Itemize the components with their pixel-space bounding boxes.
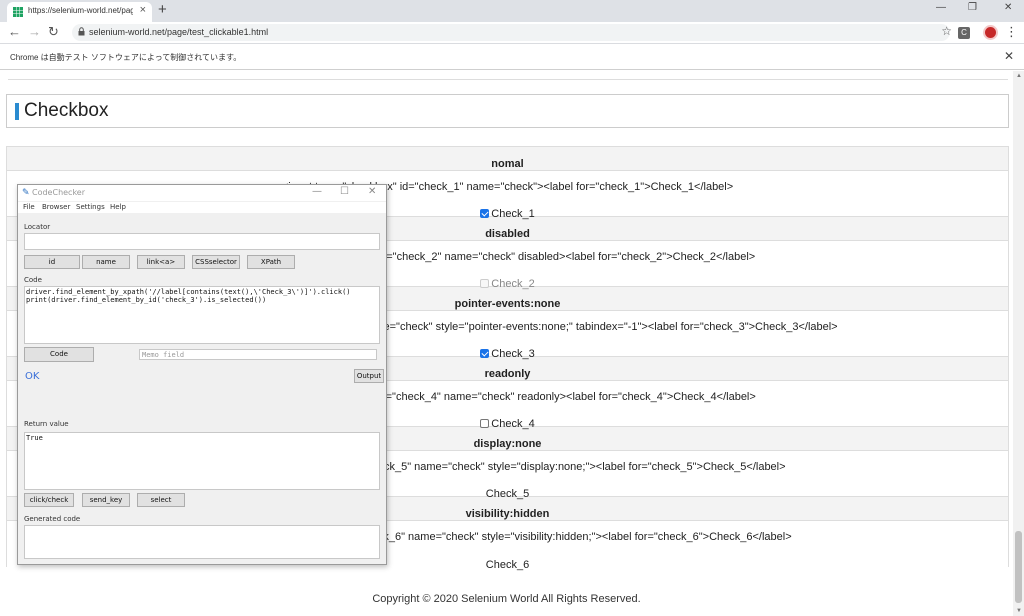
scroll-up-icon[interactable]: ▲ (1016, 73, 1022, 79)
code-editor[interactable]: driver.find_element_by_xpath('//label[co… (24, 286, 380, 344)
section-header: nomal (6, 146, 1009, 171)
tab-title: https://selenium-world.net/page (28, 6, 133, 15)
section-title: disabled (485, 227, 530, 240)
checkbox-label[interactable]: Check_6 (486, 559, 529, 571)
infobar-message: Chrome は自動テスト ソフトウェアによって制御されています。 (10, 53, 242, 62)
infobar-close-icon[interactable]: ✕ (1004, 49, 1014, 63)
back-icon[interactable]: ← (8, 24, 21, 39)
url-text: selenium-world.net/page/test_clickable1.… (89, 27, 269, 37)
section-title: nomal (491, 157, 524, 170)
extension-icon[interactable]: C (958, 27, 970, 39)
locator-id-button[interactable]: id (24, 255, 80, 269)
memo-field[interactable]: Memo field (139, 349, 377, 360)
locator-input[interactable] (24, 233, 380, 250)
scrollbar-thumb[interactable] (1015, 531, 1022, 603)
return-value-label: Return value (24, 420, 69, 428)
menu-browser[interactable]: Browser (42, 203, 70, 211)
reload-icon[interactable]: ↻ (48, 24, 59, 40)
checkbox-label[interactable]: Check_2 (491, 278, 534, 290)
lock-icon (78, 27, 85, 36)
section-title: display:none (473, 437, 542, 450)
code-button[interactable]: Code (24, 347, 94, 362)
section-title: visibility:hidden (465, 507, 550, 520)
browser-toolbar: ← → ↻ selenium-world.net/page/test_click… (0, 22, 1024, 44)
generated-code-label: Generated code (24, 515, 81, 523)
checkbox[interactable] (480, 349, 490, 359)
send-key-button[interactable]: send_key (82, 493, 130, 507)
checkbox-label[interactable]: Check_3 (491, 348, 534, 360)
checkbox-label[interactable]: Check_5 (486, 488, 529, 500)
cc-close-button[interactable]: ✕ (368, 186, 376, 197)
profile-avatar[interactable] (983, 25, 998, 40)
codechecker-titlebar[interactable]: ✎ CodeChecker — ☐ ✕ (18, 185, 386, 201)
checkbox[interactable] (480, 279, 490, 289)
page-title: Checkbox (24, 100, 109, 121)
generated-code-output[interactable] (24, 525, 380, 559)
checkbox-label[interactable]: Check_1 (491, 208, 534, 220)
return-value-output[interactable]: True (24, 432, 380, 490)
address-bar[interactable]: selenium-world.net/page/test_clickable1.… (72, 24, 952, 41)
section-title: readonly (484, 367, 531, 380)
checkbox-label[interactable]: Check_4 (491, 418, 534, 430)
scroll-down-icon[interactable]: ▼ (1016, 608, 1022, 614)
window-restore-button[interactable]: ❐ (968, 2, 977, 13)
locator-css-button[interactable]: CSSselector (192, 255, 240, 269)
section-title: pointer-events:none (454, 297, 561, 310)
checkbox[interactable] (480, 419, 490, 429)
codechecker-window: ✎ CodeChecker — ☐ ✕ File Browser Setting… (17, 184, 387, 565)
section-heading-box: Checkbox (6, 94, 1009, 128)
output-button[interactable]: Output (354, 369, 384, 383)
status-text: OK (25, 371, 40, 382)
checkbox[interactable] (480, 209, 490, 219)
forward-icon[interactable]: → (28, 24, 41, 39)
divider (8, 79, 1008, 80)
browser-tab[interactable]: https://selenium-world.net/page × (7, 2, 152, 22)
new-tab-button[interactable]: + (158, 1, 167, 18)
window-close-button[interactable]: ✕ (1004, 2, 1012, 13)
bookmark-star-icon[interactable]: ☆ (941, 24, 952, 38)
tab-strip: https://selenium-world.net/page × + — ❐ … (0, 0, 1024, 22)
menu-settings[interactable]: Settings (76, 203, 105, 211)
page-scrollbar[interactable]: ▲ ▼ (1013, 71, 1024, 616)
code-label: Code (24, 276, 42, 284)
window-minimize-button[interactable]: — (936, 2, 946, 13)
cc-minimize-button[interactable]: — (312, 186, 322, 197)
browser-menu-icon[interactable]: ⋮ (1005, 24, 1018, 40)
locator-name-button[interactable]: name (82, 255, 130, 269)
menu-help[interactable]: Help (110, 203, 126, 211)
click-check-button[interactable]: click/check (24, 493, 74, 507)
codechecker-title: CodeChecker (32, 188, 86, 197)
heading-accent-bar (15, 103, 19, 120)
site-favicon-icon (13, 7, 23, 17)
locator-xpath-button[interactable]: XPath (247, 255, 295, 269)
locator-link-button[interactable]: link<a> (137, 255, 185, 269)
locator-label: Locator (24, 223, 51, 231)
copyright: Copyright © 2020 Selenium World All Righ… (372, 593, 641, 605)
menu-file[interactable]: File (23, 203, 35, 211)
codechecker-menubar: File Browser Settings Help (18, 202, 386, 213)
automation-infobar: Chrome は自動テスト ソフトウェアによって制御されています。 ✕ (0, 44, 1024, 70)
tab-close-icon[interactable]: × (140, 4, 146, 16)
feather-icon: ✎ (22, 188, 30, 198)
cc-maximize-button[interactable]: ☐ (340, 186, 349, 197)
select-button[interactable]: select (137, 493, 185, 507)
